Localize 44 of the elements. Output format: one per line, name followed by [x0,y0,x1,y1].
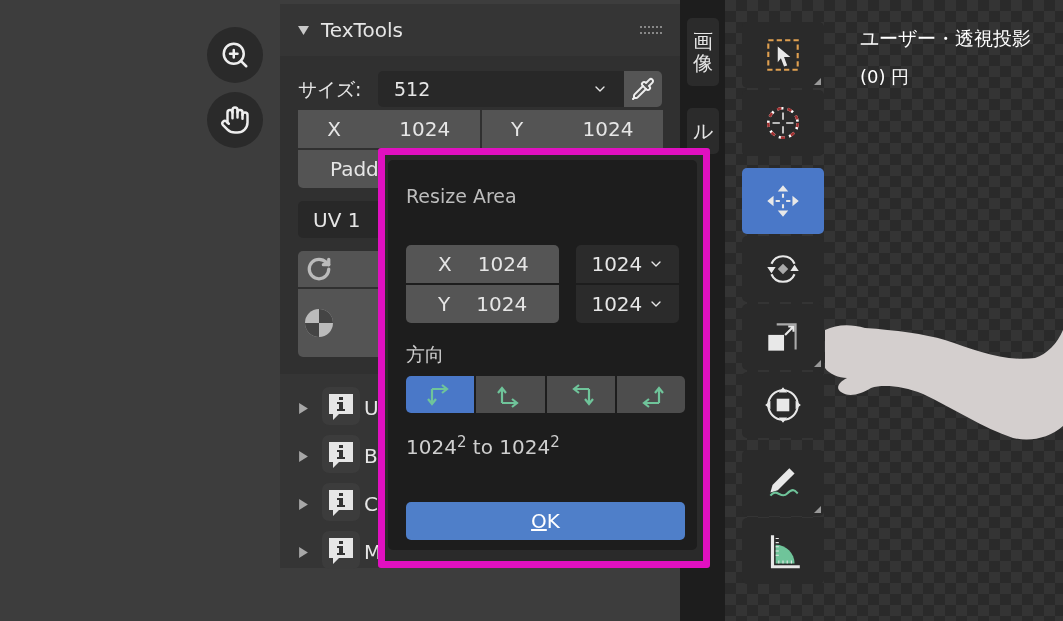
refresh-icon[interactable] [298,251,378,287]
tool-button[interactable] [742,236,824,302]
section-title[interactable]: B [364,441,378,471]
size-dropdown[interactable]: 1024 [576,284,679,323]
size-dropdown[interactable]: 1024 [576,244,679,283]
view-subtitle: (0) 円 [860,64,911,89]
dimension-field[interactable]: X 1024 [406,244,560,283]
tool-button[interactable] [742,450,824,516]
expand-icon[interactable] [298,498,309,510]
tool-button[interactable] [742,304,824,370]
panel-header[interactable]: TexTools [280,4,680,56]
dimension-field[interactable]: X 1024 [298,110,480,148]
dimension-field[interactable]: Y 1024 [481,110,663,148]
direction-option[interactable] [476,376,545,413]
direction-option[interactable] [406,376,475,413]
section-title[interactable]: U [364,393,379,423]
expand-icon[interactable] [298,450,309,462]
padding-field[interactable]: Padd [298,150,378,188]
tool-button[interactable] [742,372,824,438]
size-label: サイズ: [298,76,363,102]
panel-title: TexTools [321,17,403,44]
eyedropper-icon[interactable] [624,71,662,107]
tool-button[interactable] [742,518,824,584]
dimension-field[interactable]: Y 1024 [406,284,560,323]
expand-icon[interactable] [298,546,309,558]
ok-button[interactable]: OK [406,502,685,540]
expand-icon[interactable] [298,24,309,36]
uv-dropdown[interactable]: UV 1 [298,201,378,238]
direction-label: 方向 [406,341,445,367]
tool-button[interactable] [742,22,824,88]
size-dropdown[interactable]: 512 [378,71,624,107]
hand-icon[interactable] [207,92,263,148]
view-title: ユーザー・透視投影 [860,26,1031,51]
section-title[interactable]: C [364,489,378,519]
side-tab[interactable]: 画像 [686,18,719,86]
resize-summary: 1024$^{2}$ to 1024$^{2}$ [406,432,561,461]
direction-option[interactable] [546,376,615,413]
direction-option[interactable] [616,376,685,413]
expand-icon[interactable] [298,402,309,414]
side-tab[interactable]: ル [686,108,719,154]
dialog-title: Resize Area [406,184,518,209]
zoom-icon[interactable] [207,27,263,83]
pie-chart-icon[interactable] [304,308,334,338]
drag-handle-icon[interactable] [640,26,662,34]
